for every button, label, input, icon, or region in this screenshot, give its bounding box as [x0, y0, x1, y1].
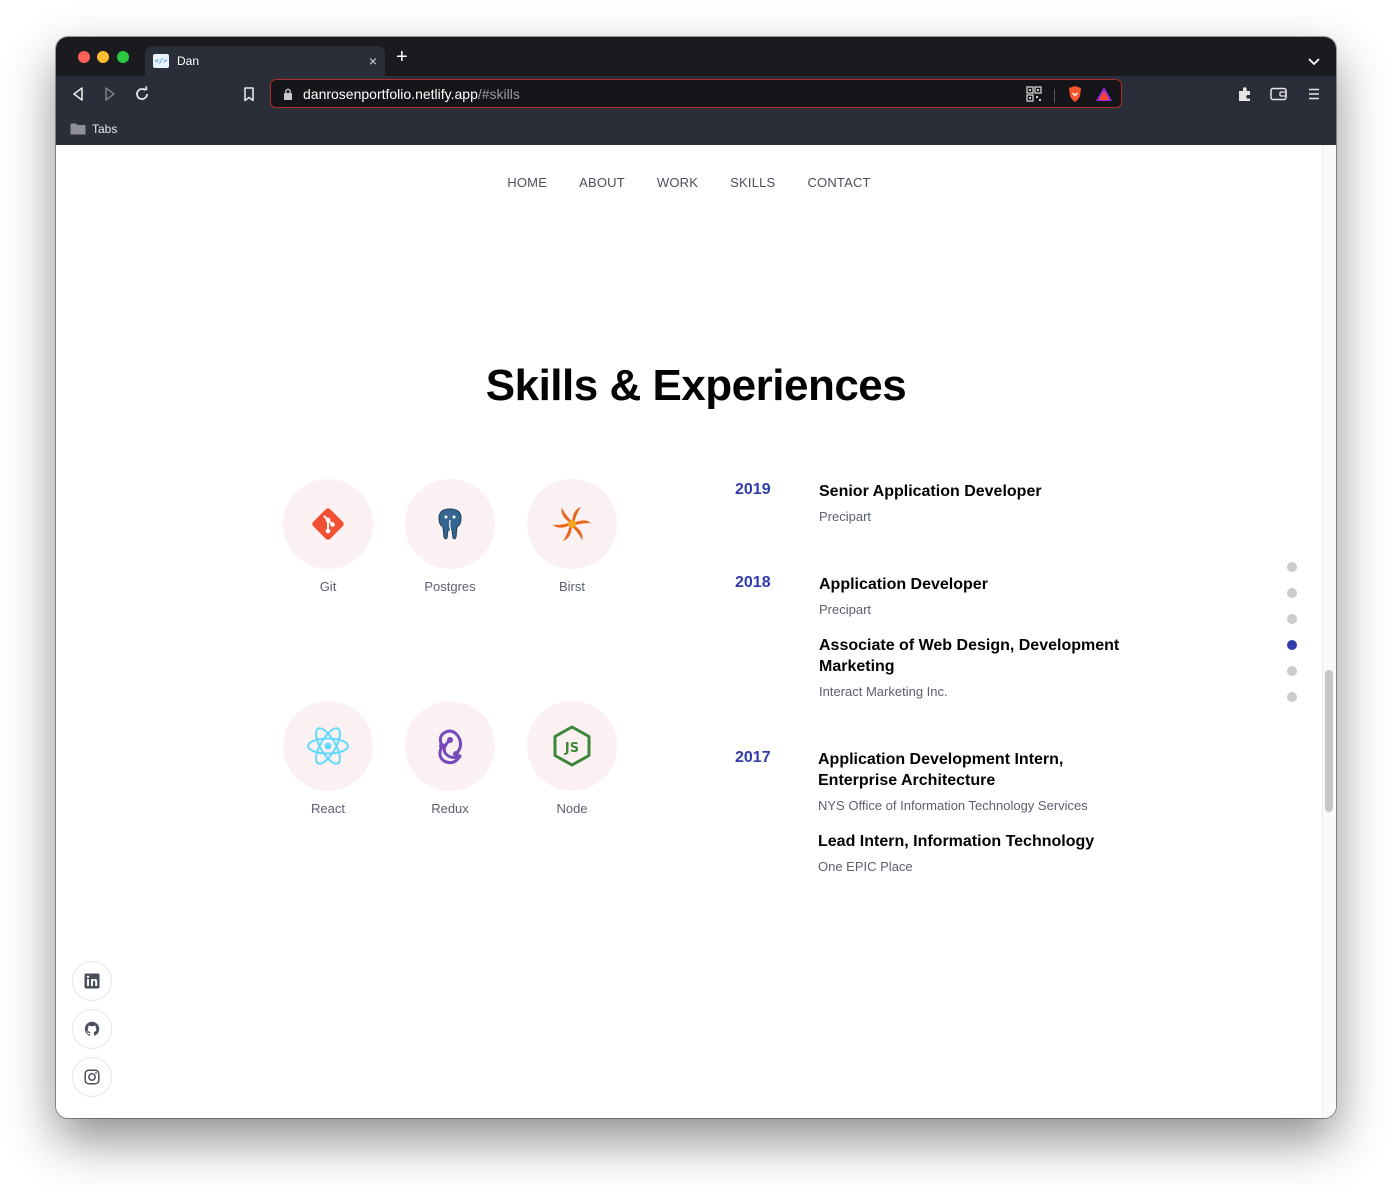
experience-item: Senior Application Developer Precipart — [819, 481, 1129, 524]
site-nav: HOME ABOUT WORK SKILLS CONTACT — [56, 175, 1322, 190]
browser-tab[interactable]: </> Dan × — [145, 46, 385, 76]
experience-year: 2019 — [735, 481, 771, 498]
job-company: Interact Marketing Inc. — [819, 684, 948, 699]
bookmarks-bar: Tabs — [56, 112, 1336, 145]
tab-close-icon[interactable]: × — [369, 53, 377, 69]
skill-label: React — [311, 801, 345, 816]
skill-label: Postgres — [424, 579, 476, 594]
experience-item: Lead Intern, Information Technology One … — [818, 831, 1128, 874]
skill-git: Git — [273, 479, 383, 594]
job-company: Precipart — [819, 602, 872, 617]
skill-circle — [283, 701, 373, 791]
skill-label: Birst — [559, 579, 585, 594]
job-title: Lead Intern, Information Technology — [818, 833, 1095, 850]
page-content: HOME ABOUT WORK SKILLS CONTACT Skills & … — [56, 145, 1336, 1118]
instagram-icon — [84, 1069, 100, 1085]
skill-label: Redux — [431, 801, 469, 816]
qr-code-icon[interactable] — [1026, 86, 1042, 106]
skill-circle — [405, 701, 495, 791]
skill-birst: Birst — [517, 479, 627, 594]
skill-label: Node — [556, 801, 588, 816]
job-title: Associate of Web Design, Development Mar… — [819, 637, 1120, 675]
section-dots — [1287, 562, 1297, 702]
experience-year: 2018 — [735, 574, 771, 591]
back-icon[interactable] — [69, 85, 87, 103]
scrollbar-thumb[interactable] — [1325, 670, 1333, 812]
job-company: One EPIC Place — [818, 859, 913, 874]
tab-bar: </> Dan × + — [56, 37, 1336, 76]
section-dot-home[interactable] — [1287, 562, 1297, 572]
wallet-icon[interactable] — [1270, 85, 1288, 103]
bookmark-icon[interactable] — [240, 85, 258, 103]
skill-circle: JS — [527, 701, 617, 791]
skill-postgres: Postgres — [395, 479, 505, 594]
nav-contact[interactable]: CONTACT — [807, 175, 870, 190]
browser-toolbar: danrosenportfolio.netlify.app/#skills — [56, 76, 1336, 112]
experience-item: Associate of Web Design, Development Mar… — [819, 635, 1129, 699]
git-icon — [312, 508, 344, 540]
maximize-window-button[interactable] — [117, 51, 129, 63]
new-tab-button[interactable]: + — [396, 47, 408, 67]
experience-year: 2017 — [735, 749, 771, 766]
experience-item: Application Development Intern, Enterpri… — [818, 749, 1128, 813]
forward-icon[interactable] — [101, 85, 119, 103]
section-dot-skills[interactable] — [1287, 640, 1297, 650]
node-icon: JS — [553, 725, 591, 767]
skill-label: Git — [319, 579, 337, 594]
nav-work[interactable]: WORK — [657, 175, 698, 190]
menu-icon[interactable] — [1305, 85, 1323, 103]
section-title: Skills & Experiences — [485, 361, 907, 410]
job-company: Precipart — [819, 509, 872, 524]
close-window-button[interactable] — [78, 51, 90, 63]
brave-shield-icon[interactable] — [1067, 85, 1083, 107]
nav-home[interactable]: HOME — [507, 175, 547, 190]
job-title: Application Developer — [819, 576, 988, 593]
section-dot-testimonials[interactable] — [1287, 666, 1297, 676]
address-bar[interactable]: danrosenportfolio.netlify.app/#skills — [270, 79, 1122, 108]
nav-about[interactable]: ABOUT — [579, 175, 625, 190]
svg-text:JS: JS — [564, 741, 579, 756]
linkedin-icon — [84, 973, 100, 989]
postgres-icon — [438, 508, 462, 540]
skill-circle — [283, 479, 373, 569]
github-icon — [84, 1021, 100, 1036]
skill-circle — [405, 479, 495, 569]
url-divider — [1054, 89, 1055, 103]
page-scrollbar[interactable] — [1322, 145, 1336, 1118]
code-favicon-icon: </> — [153, 54, 169, 68]
minimize-window-button[interactable] — [97, 51, 109, 63]
social-links — [72, 961, 112, 1097]
skill-circle — [527, 479, 617, 569]
chevron-down-icon[interactable] — [1308, 51, 1320, 70]
skill-redux: Redux — [395, 701, 505, 816]
job-title: Senior Application Developer — [819, 483, 1042, 500]
url-host: danrosenportfolio.netlify.app — [303, 85, 478, 102]
redux-icon — [438, 729, 463, 765]
linkedin-button[interactable] — [72, 961, 112, 1001]
lock-icon — [284, 88, 292, 100]
instagram-button[interactable] — [72, 1057, 112, 1097]
job-company: NYS Office of Information Technology Ser… — [818, 798, 1088, 813]
job-title: Application Development Intern, Enterpri… — [818, 751, 1064, 789]
brave-rewards-icon[interactable] — [1095, 86, 1113, 106]
bookmark-tabs-folder[interactable]: Tabs — [92, 122, 117, 136]
url-path: /#skills — [477, 85, 520, 102]
section-dot-work[interactable] — [1287, 614, 1297, 624]
browser-window: </> Dan × + danrosenportfolio.netlify.ap… — [56, 37, 1336, 1118]
folder-icon — [70, 123, 86, 134]
extensions-icon[interactable] — [1236, 85, 1254, 103]
github-button[interactable] — [72, 1009, 112, 1049]
react-icon — [307, 727, 349, 765]
nav-skills[interactable]: SKILLS — [730, 175, 775, 190]
section-dot-contact[interactable] — [1287, 692, 1297, 702]
section-dot-about[interactable] — [1287, 588, 1297, 598]
skill-react: React — [273, 701, 383, 816]
birst-icon — [552, 507, 592, 541]
reload-icon[interactable] — [133, 85, 151, 103]
tab-title: Dan — [177, 54, 200, 68]
skill-node: JS Node — [517, 701, 627, 816]
experience-item: Application Developer Precipart — [819, 574, 1129, 617]
